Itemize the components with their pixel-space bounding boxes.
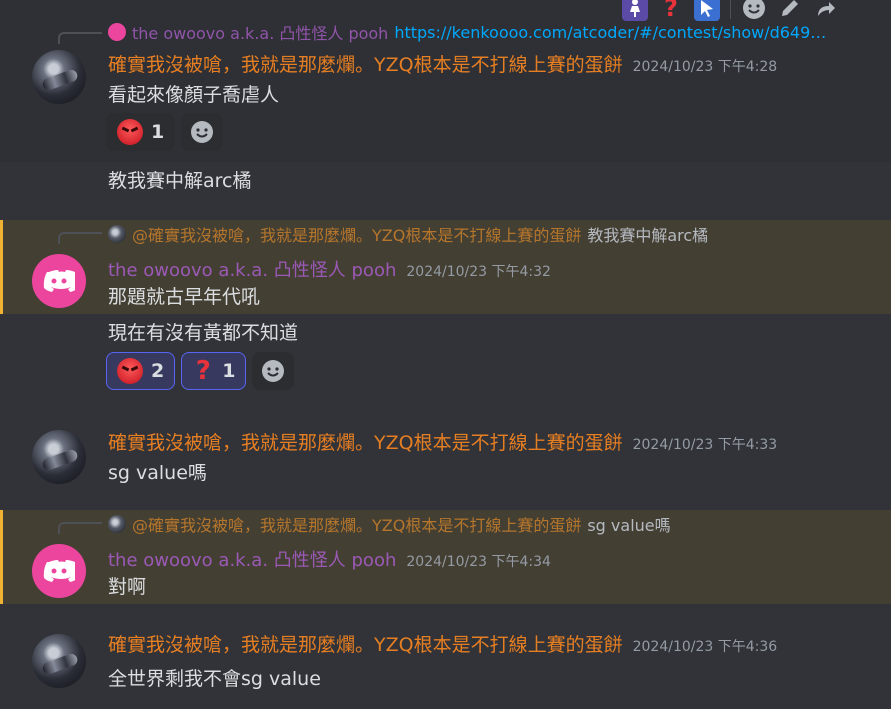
message-group-mention[interactable]: @確實我沒被嗆，我就是那麼爛。YZQ根本是不打線上賽的蛋餅 sg value嗎 … <box>0 510 891 604</box>
reaction-angry[interactable]: 2 <box>106 352 176 390</box>
author-name[interactable]: the owoovo a.k.a. 凸性怪人 pooh <box>108 256 396 282</box>
reply-spine <box>58 232 102 244</box>
cursor-emoji-icon[interactable] <box>694 0 720 21</box>
message-content: 對啊 <box>108 576 147 598</box>
reply-author[interactable]: @確實我沒被嗆，我就是那麼爛。YZQ根本是不打線上賽的蛋餅 <box>132 512 581 536</box>
reaction-angry[interactable]: 1 <box>106 113 176 151</box>
message-toolbar: ? <box>622 0 891 22</box>
reply-text[interactable]: sg value嗎 <box>587 512 670 536</box>
author-name[interactable]: 確實我沒被嗆，我就是那麼爛。YZQ根本是不打線上賽的蛋餅 <box>108 630 623 657</box>
reactions: 1 <box>106 113 224 151</box>
timestamp[interactable]: 2024/10/23 下午4:32 <box>406 261 551 281</box>
add-reaction-icon <box>262 360 285 382</box>
add-reaction-icon[interactable] <box>741 0 767 21</box>
message-group-mention[interactable]: @確實我沒被嗆，我就是那麼爛。YZQ根本是不打線上賽的蛋餅 教我賽中解arc橘 … <box>0 220 891 314</box>
author-name[interactable]: 確實我沒被嗆，我就是那麼爛。YZQ根本是不打線上賽的蛋餅 <box>108 50 623 77</box>
reply-author[interactable]: the owoovo a.k.a. 凸性怪人 pooh <box>132 20 388 44</box>
avatar[interactable] <box>32 634 86 688</box>
forward-icon[interactable] <box>813 0 839 21</box>
message-content: sg value嗎 <box>108 462 207 484</box>
toolbar-divider <box>730 0 731 19</box>
author-name[interactable]: 確實我沒被嗆，我就是那麼爛。YZQ根本是不打線上賽的蛋餅 <box>108 428 623 455</box>
message-header: 確實我沒被嗆，我就是那麼爛。YZQ根本是不打線上賽的蛋餅 2024/10/23 … <box>108 428 777 455</box>
avatar[interactable] <box>32 254 86 308</box>
reply-spine <box>58 522 102 534</box>
timestamp[interactable]: 2024/10/23 下午4:28 <box>633 56 778 76</box>
discord-logo-icon <box>43 560 75 582</box>
question-emoji-icon[interactable]: ? <box>658 0 684 22</box>
avatar[interactable] <box>32 544 86 598</box>
timestamp[interactable]: 2024/10/23 下午4:33 <box>633 434 778 454</box>
reactions: 2 ? 1 <box>106 352 295 390</box>
avatar[interactable] <box>32 430 86 484</box>
reply-preview[interactable]: @確實我沒被嗆，我就是那麼爛。YZQ根本是不打線上賽的蛋餅 教我賽中解arc橘 <box>108 222 708 246</box>
timestamp[interactable]: 2024/10/23 下午4:34 <box>406 551 551 571</box>
message-content: 現在有沒有黃都不知道 <box>108 322 299 344</box>
message-content: 看起來像顏子喬虐人 <box>108 84 280 106</box>
angry-face-icon <box>117 358 143 384</box>
message-group[interactable]: 確實我沒被嗆，我就是那麼爛。YZQ根本是不打線上賽的蛋餅 2024/10/23 … <box>0 418 891 510</box>
avatar[interactable] <box>32 50 86 104</box>
message-group[interactable]: 教我賽中解arc橘 <box>0 162 891 220</box>
reply-preview[interactable]: @確實我沒被嗆，我就是那麼爛。YZQ根本是不打線上賽的蛋餅 sg value嗎 <box>108 512 671 536</box>
reply-preview[interactable]: the owoovo a.k.a. 凸性怪人 pooh https://kenk… <box>108 20 826 44</box>
message-content: 教我賽中解arc橘 <box>108 170 252 192</box>
message-group[interactable]: 確實我沒被嗆，我就是那麼爛。YZQ根本是不打線上賽的蛋餅 2024/10/23 … <box>0 604 891 709</box>
reaction-count: 2 <box>151 360 165 382</box>
reply-avatar <box>108 225 126 243</box>
add-reaction-button[interactable] <box>252 352 295 390</box>
reply-spine <box>58 32 102 44</box>
message-header: 確實我沒被嗆，我就是那麼爛。YZQ根本是不打線上賽的蛋餅 2024/10/23 … <box>108 630 777 657</box>
edit-icon[interactable] <box>777 0 803 21</box>
reply-avatar <box>108 515 126 533</box>
message-content: 那題就古早年代吼 <box>108 286 261 308</box>
add-reaction-icon <box>191 121 214 143</box>
reply-author[interactable]: @確實我沒被嗆，我就是那麼爛。YZQ根本是不打線上賽的蛋餅 <box>132 222 581 246</box>
reaction-count: 1 <box>222 360 236 382</box>
reply-link[interactable]: https://kenkoooo.com/atcoder/#/contest/s… <box>394 23 826 42</box>
reply-avatar <box>108 23 126 41</box>
author-name[interactable]: the owoovo a.k.a. 凸性怪人 pooh <box>108 546 396 572</box>
message-group[interactable]: 現在有沒有黃都不知道 2 ? 1 <box>0 314 891 418</box>
reaction-question[interactable]: ? 1 <box>181 352 247 390</box>
reaction-count: 1 <box>151 121 165 143</box>
discord-logo-icon <box>43 270 75 292</box>
question-mark-icon: ? <box>195 356 211 386</box>
timestamp[interactable]: 2024/10/23 下午4:36 <box>633 636 778 656</box>
message-header: the owoovo a.k.a. 凸性怪人 pooh 2024/10/23 下… <box>108 256 551 282</box>
pregnant-person-emoji-icon[interactable] <box>622 0 648 21</box>
angry-face-icon <box>117 119 143 145</box>
message-header: 確實我沒被嗆，我就是那麼爛。YZQ根本是不打線上賽的蛋餅 2024/10/23 … <box>108 50 777 77</box>
add-reaction-button[interactable] <box>181 113 224 151</box>
reply-text[interactable]: 教我賽中解arc橘 <box>587 222 708 246</box>
message-group[interactable]: the owoovo a.k.a. 凸性怪人 pooh https://kenk… <box>0 0 891 162</box>
message-header: the owoovo a.k.a. 凸性怪人 pooh 2024/10/23 下… <box>108 546 551 572</box>
message-content: 全世界剩我不會sg value <box>108 668 321 690</box>
